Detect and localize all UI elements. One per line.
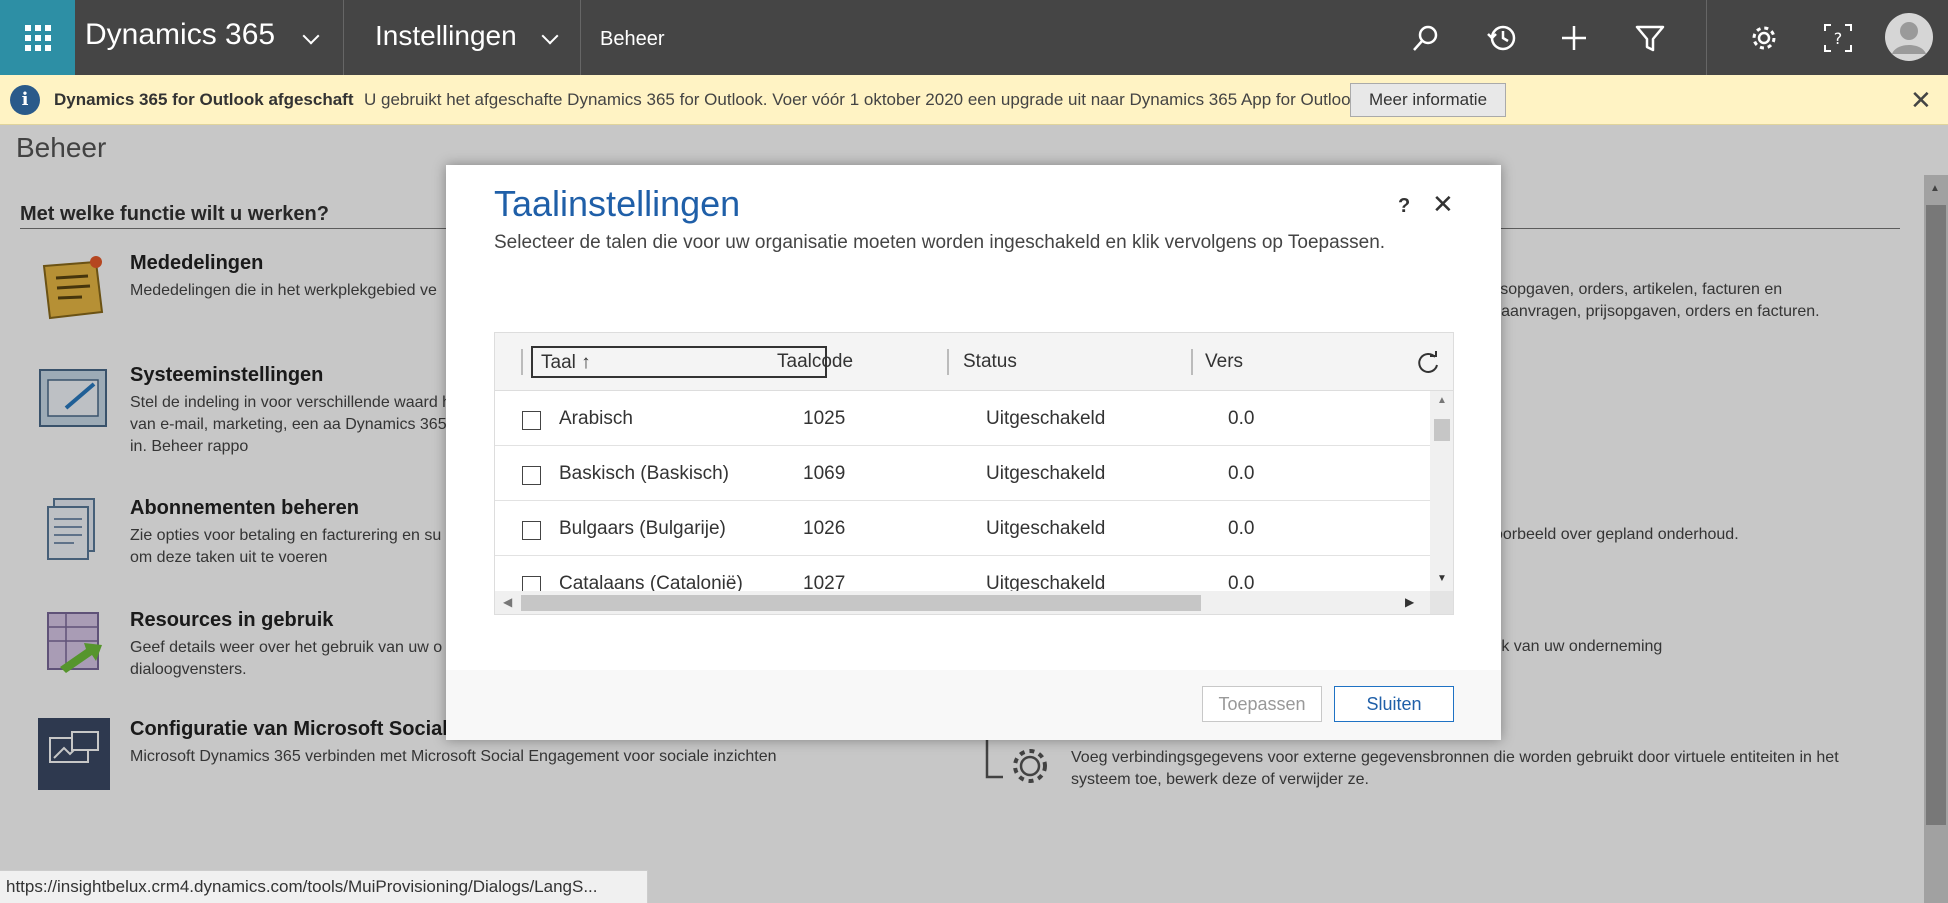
plus-icon[interactable] xyxy=(1558,22,1590,54)
cell-versie: 0.0 xyxy=(1228,518,1255,539)
avatar[interactable] xyxy=(1884,12,1934,62)
cell-taalcode: 1069 xyxy=(803,463,846,484)
help-icon[interactable]: ? xyxy=(1822,22,1854,54)
notification-message: U gebruikt het afgeschafte Dynamics 365 … xyxy=(364,90,1360,109)
cell-taalcode: 1025 xyxy=(803,408,846,429)
row-checkbox[interactable] xyxy=(522,466,541,485)
cell-taal: Arabisch xyxy=(559,408,633,429)
dialog-description: Selecteer de talen die voor uw organisat… xyxy=(494,232,1386,253)
row-checkbox[interactable] xyxy=(522,521,541,540)
nav-divider xyxy=(1706,0,1707,75)
scroll-up-icon[interactable]: ▲ xyxy=(1437,395,1447,406)
app-title[interactable]: Dynamics 365 xyxy=(85,18,275,52)
sort-ascending-icon: ↑ xyxy=(581,352,591,373)
scrollbar-corner xyxy=(1430,591,1453,614)
top-navigation-bar: Dynamics 365 Instellingen Beheer ? xyxy=(0,0,1948,75)
status-url: https://insightbelux.crm4.dynamics.com/t… xyxy=(0,870,648,903)
column-divider xyxy=(521,349,523,375)
nav-divider xyxy=(580,0,581,75)
apply-button[interactable]: Toepassen xyxy=(1202,686,1322,722)
column-label: Taal xyxy=(541,352,576,373)
gear-icon[interactable] xyxy=(1748,22,1780,54)
chevron-down-icon[interactable] xyxy=(302,27,320,45)
cell-versie: 0.0 xyxy=(1228,463,1255,484)
help-button[interactable]: ? xyxy=(1398,195,1410,218)
language-settings-dialog: Taalinstellingen ? ✕ Selecteer de talen … xyxy=(446,165,1501,740)
chevron-down-icon[interactable] xyxy=(541,27,559,45)
cell-taal: Bulgaars (Bulgarije) xyxy=(559,518,726,539)
app-launcher-button[interactable] xyxy=(0,0,75,75)
breadcrumb[interactable]: Beheer xyxy=(600,28,665,51)
language-grid: Taal ↑ Taalcode Status Vers Arabisch 102… xyxy=(494,332,1454,615)
scroll-right-icon[interactable]: ▶ xyxy=(1405,595,1414,609)
search-icon[interactable] xyxy=(1410,22,1442,54)
table-row[interactable]: Baskisch (Baskisch) 1069 Uitgeschakeld 0… xyxy=(495,446,1430,501)
scrollbar-thumb[interactable] xyxy=(521,595,1201,611)
refresh-icon[interactable] xyxy=(1415,351,1441,377)
scrollbar-thumb[interactable] xyxy=(1434,419,1450,441)
cell-versie: 0.0 xyxy=(1228,408,1255,429)
notification-bar: i Dynamics 365 for Outlook afgeschaft U … xyxy=(0,75,1948,125)
info-icon: i xyxy=(10,85,40,115)
grid-header: Taal ↑ Taalcode Status Vers xyxy=(495,333,1453,391)
cell-taalcode: 1026 xyxy=(803,518,846,539)
row-checkbox[interactable] xyxy=(522,411,541,430)
history-icon[interactable] xyxy=(1486,22,1518,54)
grid-horizontal-scrollbar[interactable]: ◀ ▶ xyxy=(495,591,1430,614)
close-button[interactable]: Sluiten xyxy=(1334,686,1454,722)
cell-status: Uitgeschakeld xyxy=(986,518,1106,539)
column-divider[interactable] xyxy=(947,349,949,375)
scroll-down-icon[interactable]: ▼ xyxy=(1437,573,1447,584)
dialog-footer: Toepassen Sluiten xyxy=(446,670,1501,740)
more-info-button[interactable]: Meer informatie xyxy=(1350,83,1506,117)
cell-status: Uitgeschakeld xyxy=(986,463,1106,484)
cell-taal: Baskisch (Baskisch) xyxy=(559,463,729,484)
waffle-icon xyxy=(24,24,51,51)
svg-text:?: ? xyxy=(1834,29,1843,48)
column-divider[interactable] xyxy=(1191,349,1193,375)
table-row[interactable]: Arabisch 1025 Uitgeschakeld 0.0 xyxy=(495,391,1430,446)
dialog-title: Taalinstellingen xyxy=(494,183,741,224)
column-header-status[interactable]: Status xyxy=(963,351,1017,373)
grid-vertical-scrollbar[interactable]: ▲ ▼ xyxy=(1430,391,1453,591)
column-header-taalcode[interactable]: Taalcode xyxy=(777,351,853,373)
notification-title: Dynamics 365 for Outlook afgeschaft xyxy=(54,90,354,109)
close-icon[interactable]: ✕ xyxy=(1432,189,1454,220)
scroll-left-icon[interactable]: ◀ xyxy=(503,595,512,609)
table-row[interactable]: Bulgaars (Bulgarije) 1026 Uitgeschakeld … xyxy=(495,501,1430,556)
nav-divider xyxy=(343,0,344,75)
cell-status: Uitgeschakeld xyxy=(986,408,1106,429)
column-header-versie[interactable]: Vers xyxy=(1205,351,1243,373)
close-icon[interactable]: ✕ xyxy=(1910,85,1932,116)
filter-icon[interactable] xyxy=(1634,22,1666,54)
area-title[interactable]: Instellingen xyxy=(375,20,517,52)
